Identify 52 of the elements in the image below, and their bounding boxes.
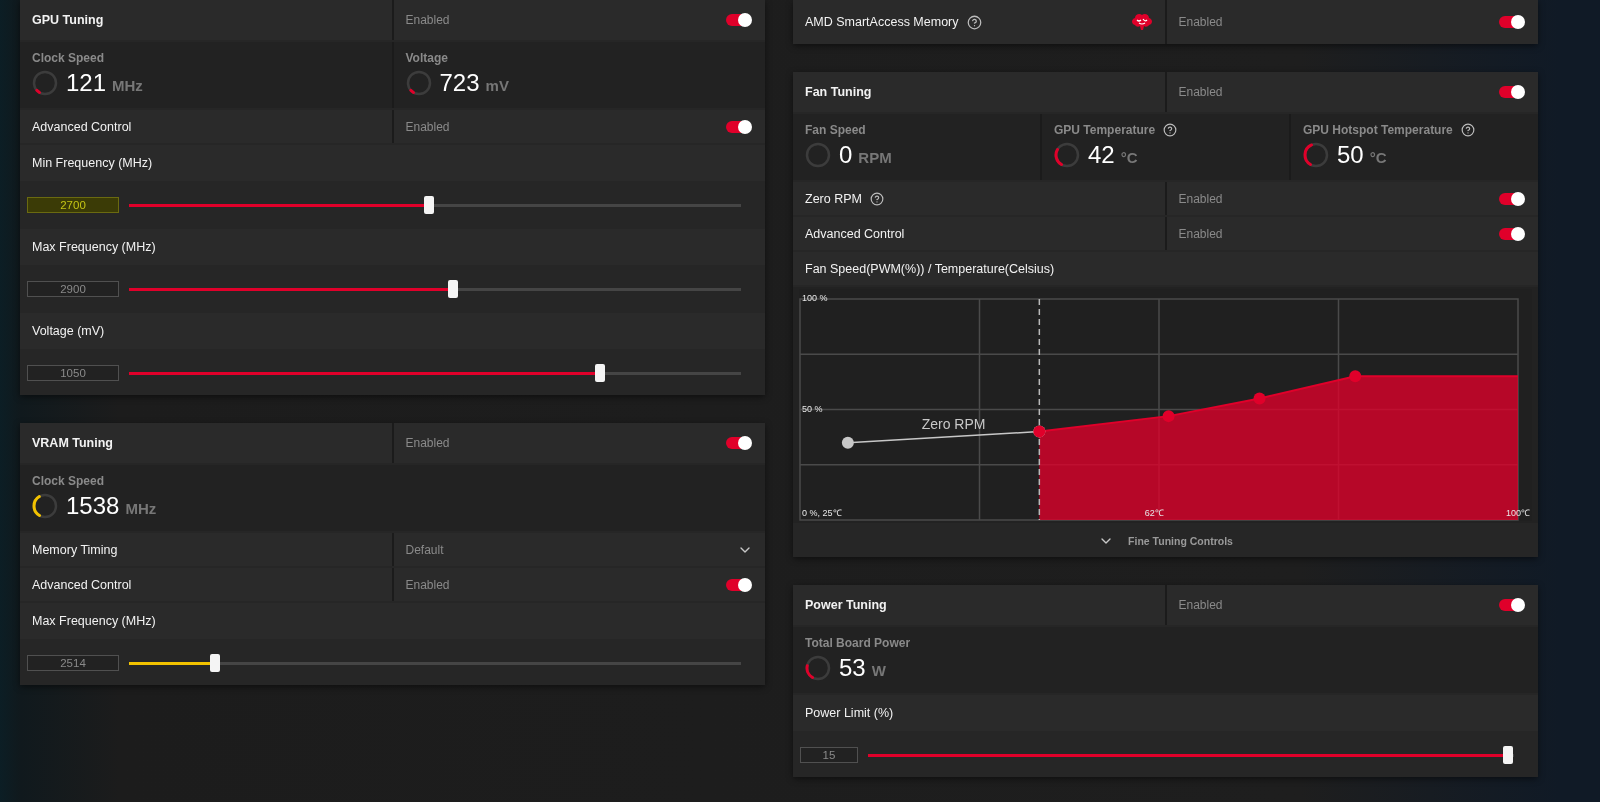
stat-unit: °C xyxy=(1369,149,1387,166)
series-label: Zero RPM xyxy=(921,415,986,432)
axis-label: 50 % xyxy=(802,403,823,414)
panel-title: AMD SmartAccess Memory xyxy=(805,15,959,29)
status-text: Enabled xyxy=(1178,15,1224,29)
panel-title: VRAM Tuning xyxy=(32,436,113,450)
setting-label: Advanced Control xyxy=(32,577,132,592)
stat-label: Clock Speed xyxy=(32,51,105,65)
setting-label: Advanced Control xyxy=(32,119,132,134)
setting-label: Zero RPM xyxy=(805,191,862,206)
axis-label: 100℃ xyxy=(1506,508,1530,518)
axis-label: 62℃ xyxy=(1144,508,1164,518)
panel-title: GPU Tuning xyxy=(32,13,104,27)
stat-unit: W xyxy=(871,662,886,679)
stat-value: 50 xyxy=(1337,141,1364,169)
stat-value: 0 xyxy=(839,141,853,169)
stat-value: 121 xyxy=(66,69,107,97)
status-text: Enabled xyxy=(1178,191,1224,206)
status-text: Enabled xyxy=(1178,226,1224,241)
stat-unit: MHz xyxy=(125,500,157,517)
axis-label: 100 % xyxy=(802,293,828,304)
setting-label: Memory Timing xyxy=(32,542,118,557)
setting-label: Power Limit (%) xyxy=(805,706,894,720)
axis-label: 0 %, 25℃ xyxy=(802,508,842,518)
status-text: Enabled xyxy=(1178,598,1224,612)
status-text: Enabled xyxy=(1178,85,1224,99)
setting-label: Advanced Control xyxy=(805,226,905,241)
panel-title: Power Tuning xyxy=(805,598,887,612)
stat-label: Total Board Power xyxy=(805,636,911,650)
stat-value: 1538 xyxy=(66,492,120,520)
stat-value: 723 xyxy=(439,69,480,97)
stat-unit: MHz xyxy=(112,77,143,94)
chart-title: Fan Speed(PWM(%)) / Temperature(Celsius) xyxy=(805,261,1055,276)
stat-value: 42 xyxy=(1088,141,1115,169)
stat-unit: mV xyxy=(485,77,509,94)
status-text: Enabled xyxy=(405,436,451,450)
setting-label: Max Frequency (MHz) xyxy=(32,240,156,254)
panel-title: Fan Tuning xyxy=(805,85,872,99)
status-text: Enabled xyxy=(405,119,451,134)
stat-label: Fan Speed xyxy=(805,123,866,137)
stat-label: GPU Hotspot Temperature xyxy=(1303,123,1453,137)
stat-unit: °C xyxy=(1120,149,1138,166)
status-text: Enabled xyxy=(405,13,451,27)
status-text: Enabled xyxy=(405,577,451,592)
stat-label: Voltage xyxy=(405,51,448,65)
stat-label: Clock Speed xyxy=(32,474,105,488)
stat-unit: RPM xyxy=(858,149,892,166)
stat-label: GPU Temperature xyxy=(1054,123,1156,137)
setting-label: Min Frequency (MHz) xyxy=(32,156,153,170)
stat-value: 53 xyxy=(839,654,866,682)
setting-label: Max Frequency (MHz) xyxy=(32,614,156,628)
setting-label: Voltage (mV) xyxy=(32,324,105,338)
